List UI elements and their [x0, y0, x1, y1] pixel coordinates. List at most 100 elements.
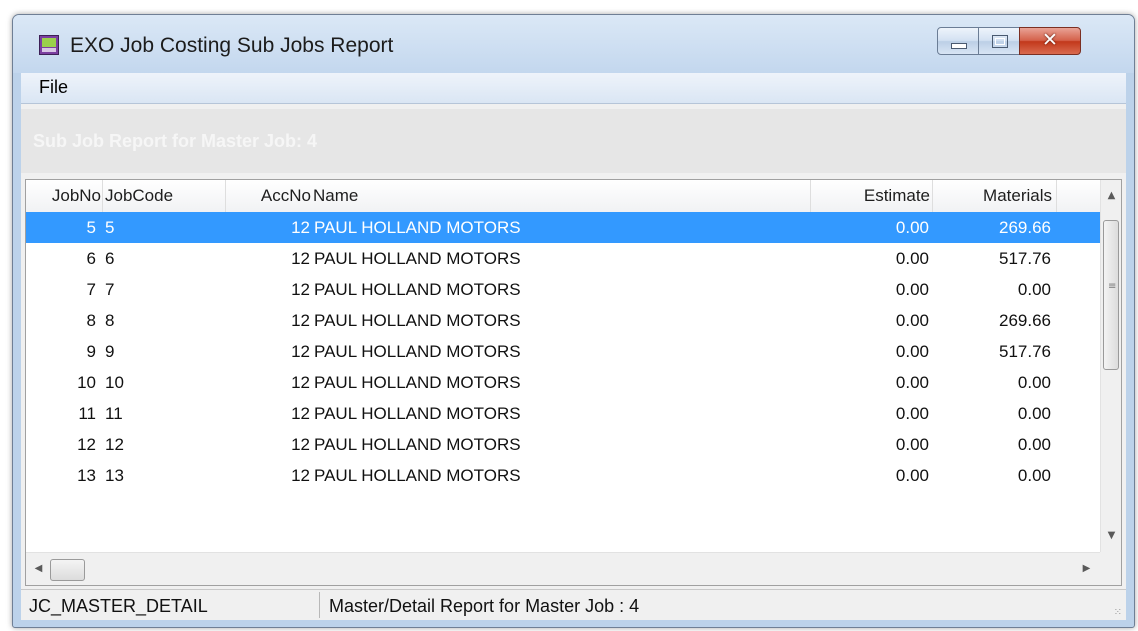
table-row[interactable]: 6 6 12 PAUL HOLLAND MOTORS 0.00 517.76 [26, 243, 1100, 274]
cell-name: PAUL HOLLAND MOTORS [314, 466, 521, 485]
cell-accno: 12 [291, 435, 310, 454]
report-header: Sub Job Report for Master Job: 4 [21, 109, 1126, 173]
cell-materials: 517.76 [999, 342, 1051, 361]
cell-name: PAUL HOLLAND MOTORS [314, 280, 521, 299]
cell-jobcode: 11 [105, 404, 123, 423]
cell-materials: 0.00 [1017, 404, 1051, 423]
cell-accno: 12 [291, 218, 310, 237]
client-area: File Sub Job Report for Master Job: 4 Jo… [21, 73, 1126, 620]
cell-estimate: 0.00 [895, 466, 929, 485]
cell-jobcode: 8 [105, 311, 115, 330]
sub-jobs-grid[interactable]: JobNo JobCode AccNo Name Estimate Materi… [25, 179, 1122, 586]
column-header-jobcode[interactable]: JobCode [103, 180, 226, 212]
table-row[interactable]: 12 12 12 PAUL HOLLAND MOTORS 0.00 0.00 [26, 429, 1100, 460]
cell-materials: 517.76 [999, 249, 1051, 268]
column-header-estimate[interactable]: Estimate [811, 180, 933, 212]
cell-name: PAUL HOLLAND MOTORS [314, 218, 521, 237]
table-row[interactable]: 7 7 12 PAUL HOLLAND MOTORS 0.00 0.00 [26, 274, 1100, 305]
column-header-jobno[interactable]: JobNo [26, 180, 103, 212]
cell-estimate: 0.00 [895, 373, 929, 392]
cell-estimate: 0.00 [895, 342, 929, 361]
cell-jobno: 13 [77, 466, 96, 485]
cell-jobcode: 6 [105, 249, 115, 268]
vertical-scrollbar[interactable]: ▲ ≡ ▼ [1100, 180, 1121, 552]
cell-accno: 12 [291, 249, 310, 268]
column-header-materials[interactable]: Materials [933, 180, 1057, 212]
horizontal-scroll-thumb[interactable] [50, 559, 85, 581]
cell-jobcode: 10 [105, 373, 124, 392]
scrollbar-corner [1100, 552, 1121, 585]
cell-estimate: 0.00 [895, 218, 929, 237]
cell-jobno: 7 [86, 280, 96, 299]
cell-estimate: 0.00 [895, 435, 929, 454]
cell-accno: 12 [291, 373, 310, 392]
cell-jobno: 6 [86, 249, 96, 268]
window-title: EXO Job Costing Sub Jobs Report [70, 34, 394, 57]
cell-materials: 0.00 [1017, 280, 1051, 299]
cell-accno: 12 [291, 342, 310, 361]
cell-estimate: 0.00 [895, 404, 929, 423]
status-report-code: JC_MASTER_DETAIL [29, 596, 208, 616]
cell-jobcode: 12 [105, 435, 124, 454]
table-row[interactable]: 9 9 12 PAUL HOLLAND MOTORS 0.00 517.76 [26, 336, 1100, 367]
cell-jobno: 12 [77, 435, 96, 454]
status-bar: JC_MASTER_DETAIL Master/Detail Report fo… [21, 589, 1126, 620]
table-row[interactable]: 13 13 12 PAUL HOLLAND MOTORS 0.00 0.00 [26, 460, 1100, 491]
table-row[interactable]: 11 11 12 PAUL HOLLAND MOTORS 0.00 0.00 [26, 398, 1100, 429]
cell-jobcode: 13 [105, 466, 124, 485]
minimize-icon [951, 43, 967, 49]
cell-name: PAUL HOLLAND MOTORS [314, 311, 521, 330]
app-icon [39, 35, 59, 55]
table-row[interactable]: 5 5 12 PAUL HOLLAND MOTORS 0.00 269.66 [26, 212, 1100, 243]
scroll-grip-icon: ≡ [1108, 281, 1117, 292]
cell-materials: 269.66 [999, 218, 1051, 237]
report-header-title: Sub Job Report for Master Job: 4 [33, 131, 318, 151]
cell-name: PAUL HOLLAND MOTORS [314, 249, 521, 268]
column-header-accno[interactable]: AccNo [226, 180, 312, 212]
cell-jobno: 8 [86, 311, 96, 330]
cell-jobcode: 5 [105, 218, 115, 237]
cell-materials: 0.00 [1017, 373, 1051, 392]
minimize-button[interactable] [937, 27, 979, 55]
cell-jobcode: 9 [105, 342, 115, 361]
menu-file[interactable]: File [39, 77, 68, 98]
close-button[interactable]: ✕ [1019, 27, 1081, 55]
column-header-name[interactable]: Name [312, 180, 811, 212]
cell-materials: 0.00 [1017, 466, 1051, 485]
cell-estimate: 0.00 [895, 280, 929, 299]
cell-name: PAUL HOLLAND MOTORS [314, 404, 521, 423]
cell-name: PAUL HOLLAND MOTORS [314, 435, 521, 454]
cell-accno: 12 [291, 311, 310, 330]
scroll-left-icon[interactable]: ◀ [28, 563, 49, 574]
scroll-up-icon[interactable]: ▲ [1101, 190, 1121, 201]
table-row[interactable]: 10 10 12 PAUL HOLLAND MOTORS 0.00 0.00 [26, 367, 1100, 398]
cell-jobno: 9 [86, 342, 96, 361]
close-icon: ✕ [1042, 29, 1058, 51]
cell-jobcode: 7 [105, 280, 115, 299]
cell-name: PAUL HOLLAND MOTORS [314, 342, 521, 361]
cell-name: PAUL HOLLAND MOTORS [314, 373, 521, 392]
vertical-scroll-thumb[interactable]: ≡ [1103, 220, 1119, 370]
cell-jobno: 11 [78, 404, 96, 423]
cell-materials: 269.66 [999, 311, 1051, 330]
status-report-description: Master/Detail Report for Master Job : 4 [329, 596, 640, 616]
title-bar[interactable]: EXO Job Costing Sub Jobs Report ✕ [13, 15, 1134, 73]
cell-accno: 12 [291, 280, 310, 299]
cell-jobno: 5 [86, 218, 96, 237]
cell-estimate: 0.00 [895, 311, 929, 330]
menu-bar: File [21, 73, 1126, 104]
maximize-icon [992, 35, 1008, 48]
cell-estimate: 0.00 [895, 249, 929, 268]
resize-grip-icon[interactable]: ⁙ [1114, 607, 1122, 618]
grid-column-header: JobNo JobCode AccNo Name Estimate Materi… [26, 180, 1100, 213]
scroll-right-icon[interactable]: ▶ [1076, 563, 1097, 574]
cell-jobno: 10 [77, 373, 96, 392]
report-window: EXO Job Costing Sub Jobs Report ✕ File S… [12, 14, 1135, 628]
maximize-button[interactable] [978, 27, 1020, 55]
table-row[interactable]: 8 8 12 PAUL HOLLAND MOTORS 0.00 269.66 [26, 305, 1100, 336]
scroll-down-icon[interactable]: ▼ [1101, 530, 1121, 541]
cell-accno: 12 [291, 466, 310, 485]
horizontal-scrollbar[interactable]: ◀ ▶ [26, 552, 1100, 585]
cell-materials: 0.00 [1017, 435, 1051, 454]
cell-accno: 12 [291, 404, 310, 423]
